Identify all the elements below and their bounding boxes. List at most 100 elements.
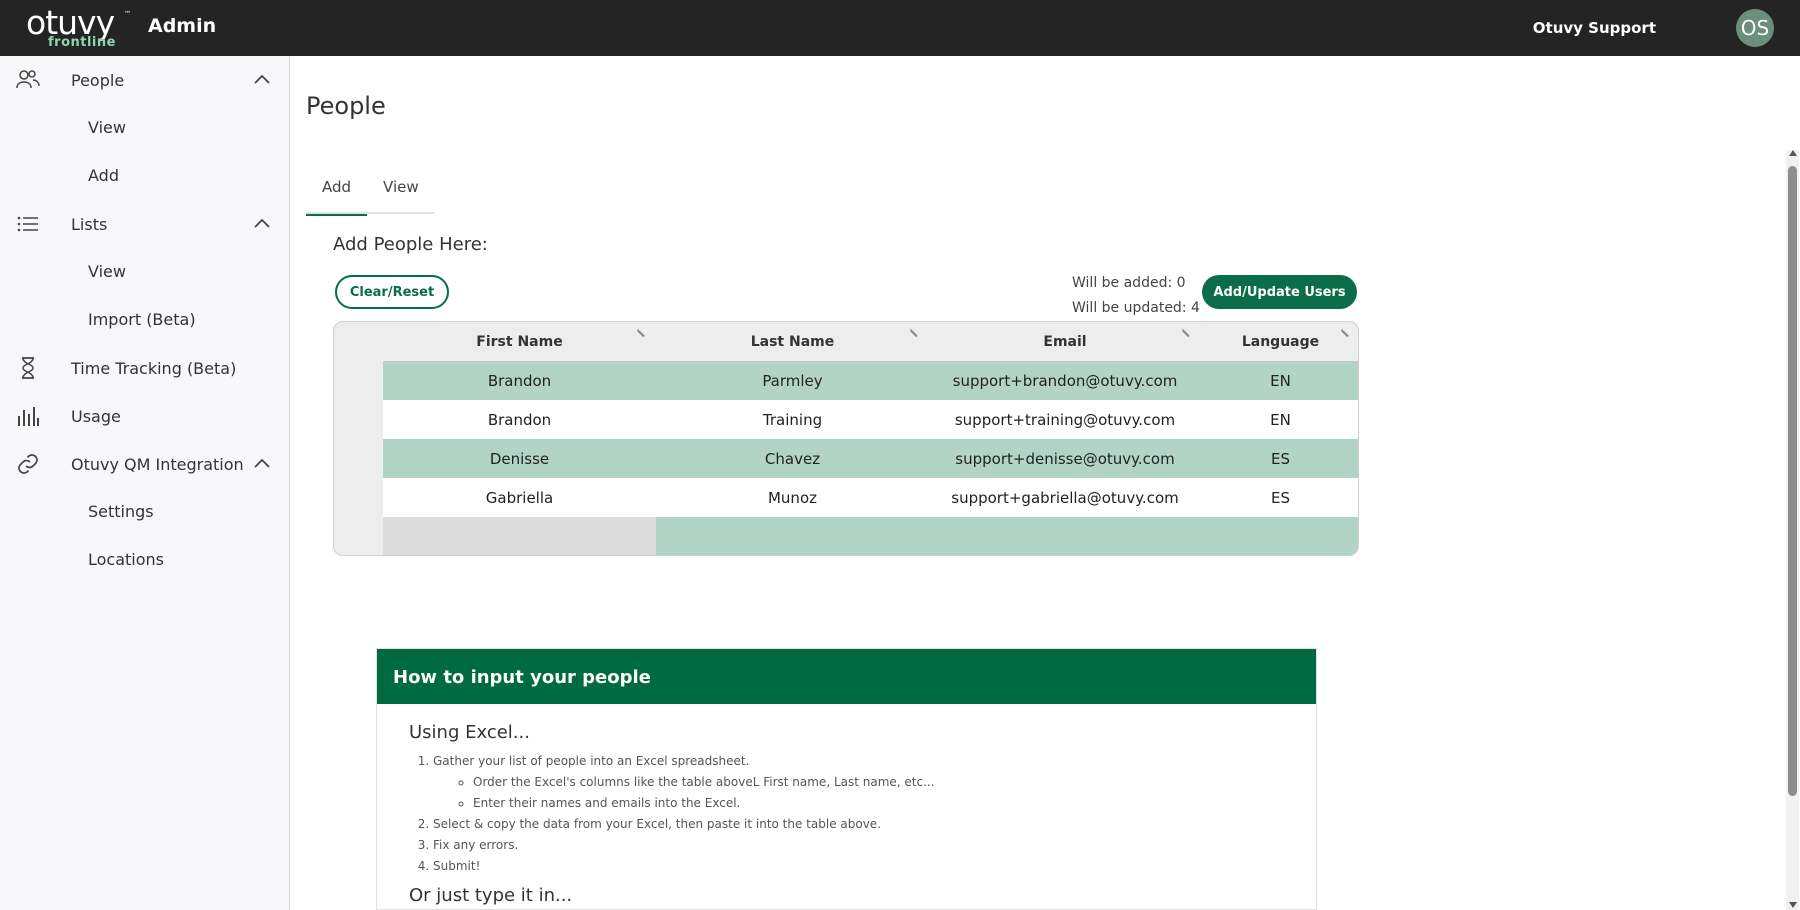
grid-new-row[interactable]: [656, 517, 1358, 555]
column-header-label: Last Name: [750, 333, 835, 350]
table-cell-last-name[interactable]: Parmley: [656, 361, 929, 400]
table-cell-first-name[interactable]: Denisse: [383, 439, 656, 478]
tab-view[interactable]: View: [367, 166, 435, 214]
table-cell-first-name[interactable]: Brandon: [383, 400, 656, 439]
column-header-label: First Name: [476, 333, 563, 350]
table-row: Gabriella Munoz support+gabriella@otuvy.…: [383, 478, 1358, 517]
table-cell-email[interactable]: support+brandon@otuvy.com: [929, 361, 1201, 400]
list-icon: [17, 216, 38, 232]
pin-icon[interactable]: [907, 328, 919, 340]
sidebar-item-qm-integration[interactable]: Otuvy QM Integration: [0, 442, 289, 486]
sidebar-subitem-label: Settings: [88, 502, 154, 521]
table-cell-language[interactable]: ES: [1201, 478, 1358, 517]
howto-body: Using Excel... Gather your list of peopl…: [377, 704, 1316, 906]
table-cell-email[interactable]: support+gabriella@otuvy.com: [929, 478, 1201, 517]
sidebar-item-lists[interactable]: Lists: [0, 202, 289, 246]
table-cell-last-name[interactable]: Training: [656, 400, 929, 439]
howto-substep: Enter their names and emails into the Ex…: [473, 793, 1316, 814]
table-row: Brandon Parmley support+brandon@otuvy.co…: [383, 361, 1358, 400]
howto-step: Submit!: [433, 856, 1316, 877]
column-header-last-name[interactable]: Last Name: [656, 322, 929, 361]
sidebar-item-label: People: [71, 70, 125, 90]
sidebar-item-label: Time Tracking (Beta): [71, 358, 237, 378]
sidebar-subitem-label: View: [88, 262, 126, 281]
column-header-label: Email: [1043, 333, 1087, 350]
will-be-added-count: Will be added: 0: [1072, 275, 1186, 291]
sidebar-subitem-label: Import (Beta): [88, 310, 196, 329]
link-icon: [18, 454, 38, 474]
hourglass-icon: [22, 357, 34, 379]
howto-step-text: Gather your list of people into an Excel…: [433, 754, 750, 768]
chevron-up-icon[interactable]: [253, 455, 271, 473]
bar-chart-icon: [18, 407, 39, 426]
sidebar: People View Add Lists View Import (Beta)…: [0, 56, 290, 910]
table-row: Brandon Training support+training@otuvy.…: [383, 400, 1358, 439]
table-cell-language[interactable]: ES: [1201, 439, 1358, 478]
sidebar-item-people[interactable]: People: [0, 58, 289, 102]
sidebar-subitem-lists-view[interactable]: View: [0, 250, 289, 294]
app-title: Admin: [148, 15, 217, 37]
column-header-language[interactable]: Language: [1201, 322, 1358, 361]
chevron-up-icon[interactable]: [253, 215, 271, 233]
table-row: Denisse Chavez support+denisse@otuvy.com…: [383, 439, 1358, 478]
howto-substeps: Order the Excel's columns like the table…: [433, 772, 1316, 814]
table-cell-last-name[interactable]: Munoz: [656, 478, 929, 517]
column-header-email[interactable]: Email: [929, 322, 1201, 361]
logo-trademark: ™: [124, 10, 131, 18]
sidebar-subitem-label: Locations: [88, 550, 165, 569]
sidebar-item-time-tracking[interactable]: Time Tracking (Beta): [0, 346, 289, 390]
sidebar-subitem-label: View: [88, 118, 126, 137]
otuvy-logo[interactable]: otuvy ™ frontline: [24, 3, 134, 52]
change-counts: Will be added: 0 Will be updated: 4: [1072, 271, 1200, 321]
scroll-down-arrow-icon[interactable]: [1789, 902, 1797, 908]
table-cell-last-name[interactable]: Chavez: [656, 439, 929, 478]
sidebar-subitem-lists-import[interactable]: Import (Beta): [0, 298, 289, 342]
logo-subtitle: frontline: [48, 35, 116, 50]
pin-icon[interactable]: [634, 328, 646, 340]
sidebar-item-usage[interactable]: Usage: [0, 394, 289, 438]
sidebar-subitem-people-view[interactable]: View: [0, 106, 289, 150]
howto-step: Fix any errors.: [433, 835, 1316, 856]
table-cell-first-name[interactable]: Gabriella: [383, 478, 656, 517]
sidebar-subitem-people-add[interactable]: Add: [0, 154, 289, 198]
sidebar-subitem-label: Add: [88, 166, 119, 185]
tab-add[interactable]: Add: [306, 166, 368, 216]
howto-substep: Order the Excel's columns like the table…: [473, 772, 1316, 793]
sidebar-subitem-locations[interactable]: Locations: [0, 538, 289, 582]
column-header-label: Language: [1241, 333, 1320, 350]
table-cell-email[interactable]: support+denisse@otuvy.com: [929, 439, 1201, 478]
scroll-up-arrow-icon[interactable]: [1789, 150, 1797, 156]
chevron-up-icon[interactable]: [253, 71, 271, 89]
scrollbar-thumb[interactable]: [1788, 166, 1797, 796]
table-cell-language[interactable]: EN: [1201, 361, 1358, 400]
sidebar-item-label: Lists: [71, 214, 108, 234]
page-title: People: [306, 92, 386, 120]
sidebar-item-label: Usage: [71, 406, 121, 426]
howto-subtitle-2: Or just type it in...: [409, 885, 573, 906]
will-be-updated-count: Will be updated: 4: [1072, 300, 1200, 316]
people-icon: [16, 70, 40, 89]
column-header-first-name[interactable]: First Name: [383, 322, 656, 361]
howto-step: Gather your list of people into an Excel…: [433, 751, 1316, 814]
user-name[interactable]: Otuvy Support: [1533, 19, 1656, 37]
clear-reset-button[interactable]: Clear/Reset: [335, 275, 449, 309]
tab-bar: Add View: [306, 166, 435, 216]
howto-steps: Gather your list of people into an Excel…: [409, 751, 1316, 877]
people-grid: First Name Last Name Email Language Bran…: [333, 321, 1359, 556]
pin-icon[interactable]: [1179, 328, 1191, 340]
sidebar-subitem-settings[interactable]: Settings: [0, 490, 289, 534]
sidebar-item-label: Otuvy QM Integration: [71, 454, 244, 474]
howto-title: How to input your people: [377, 649, 1316, 704]
grid-new-row-cell[interactable]: [383, 517, 656, 555]
page-scrollbar[interactable]: [1786, 150, 1799, 910]
howto-subtitle: Using Excel...: [409, 722, 530, 743]
table-cell-email[interactable]: support+training@otuvy.com: [929, 400, 1201, 439]
top-bar: otuvy ™ frontline Admin Otuvy Support OS: [0, 0, 1800, 56]
add-update-users-button[interactable]: Add/Update Users: [1202, 275, 1357, 309]
avatar[interactable]: OS: [1736, 9, 1774, 47]
pin-icon[interactable]: [1338, 328, 1350, 340]
grid-header: First Name Last Name Email Language: [383, 322, 1358, 361]
howto-card: How to input your people Using Excel... …: [376, 648, 1317, 910]
table-cell-first-name[interactable]: Brandon: [383, 361, 656, 400]
table-cell-language[interactable]: EN: [1201, 400, 1358, 439]
